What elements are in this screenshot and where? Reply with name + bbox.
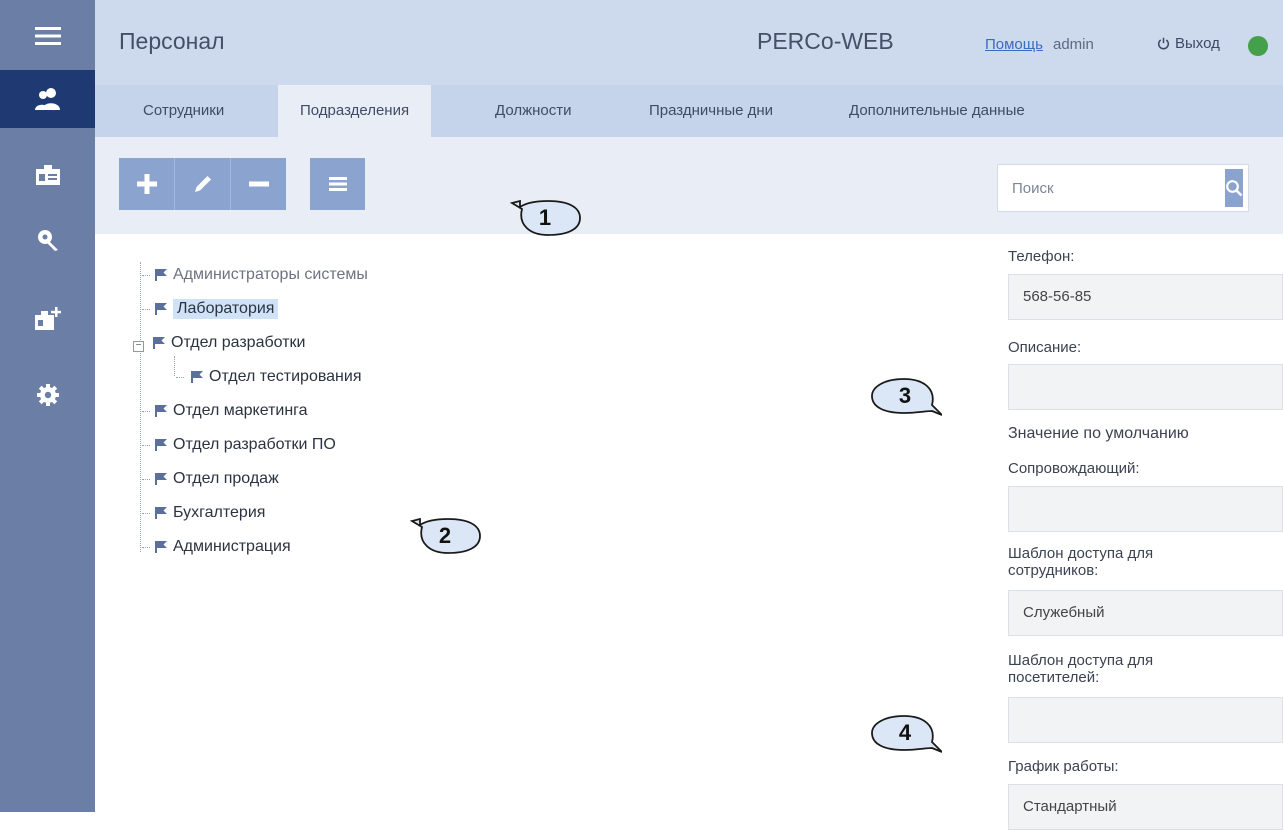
gear-icon xyxy=(36,384,59,406)
visitor-template-field[interactable] xyxy=(1008,697,1283,743)
flag-icon xyxy=(155,269,167,281)
flag-icon xyxy=(191,371,203,383)
more-options-button[interactable] xyxy=(310,158,365,210)
staff-template-field[interactable]: Служебный xyxy=(1008,590,1283,636)
current-user: admin xyxy=(1053,36,1094,53)
flag-icon xyxy=(155,507,167,519)
side-rail xyxy=(0,0,95,812)
search-box xyxy=(997,164,1249,212)
toolbar xyxy=(95,137,1283,234)
description-label: Описание: xyxy=(1008,339,1082,356)
department-tree: − Администраторы системы Лаборатория Отд… xyxy=(133,258,660,578)
tree-item[interactable]: Администрация xyxy=(142,532,291,562)
tree-item[interactable]: Администраторы системы xyxy=(142,260,368,290)
tab-departments[interactable]: Подразделения xyxy=(278,85,432,137)
menu-button[interactable] xyxy=(0,10,95,62)
menu-icon xyxy=(34,27,61,45)
flag-icon xyxy=(155,473,167,485)
id-card-icon xyxy=(35,165,60,185)
page-title: Персонал xyxy=(119,28,225,54)
more-button-group xyxy=(310,158,365,210)
tab-employees[interactable]: Сотрудники xyxy=(121,85,246,137)
tree-item[interactable]: Отдел продаж xyxy=(142,464,279,494)
description-field[interactable] xyxy=(1008,364,1283,410)
tree-guide-line xyxy=(140,262,141,552)
flag-icon xyxy=(155,405,167,417)
default-value-text: Значение по умолчанию xyxy=(1008,425,1189,442)
collapse-toggle[interactable]: − xyxy=(133,341,144,352)
phone-label: Телефон: xyxy=(1008,248,1075,265)
rail-item-cards[interactable] xyxy=(0,146,95,204)
tab-positions[interactable]: Должности xyxy=(473,85,594,137)
callout-3: 3 xyxy=(866,375,942,417)
visitor-template-label: Шаблон доступа для посетителей: xyxy=(1008,652,1154,686)
rail-item-staff[interactable] xyxy=(0,70,95,128)
phone-field[interactable]: 568-56-85 xyxy=(1008,274,1283,320)
flag-icon xyxy=(155,303,167,315)
callout-2: 2 xyxy=(410,515,486,557)
rail-item-settings[interactable] xyxy=(0,366,95,424)
add-button[interactable] xyxy=(119,158,174,210)
escort-label: Сопровождающий: xyxy=(1008,460,1140,477)
remove-icon xyxy=(248,181,269,187)
tree-item[interactable]: Отдел маркетинга xyxy=(142,396,308,426)
logout-button[interactable]: Выход xyxy=(1157,35,1220,52)
edit-button[interactable] xyxy=(174,158,230,210)
schedule-field[interactable]: Стандартный xyxy=(1008,784,1283,830)
add-icon xyxy=(136,174,157,194)
rail-item-add-card[interactable] xyxy=(0,290,95,348)
callout-1: 1 xyxy=(510,197,586,239)
tree-item[interactable]: Бухгалтерия xyxy=(142,498,265,528)
tree-item[interactable]: Отдел разработки ПО xyxy=(142,430,336,460)
edit-icon xyxy=(194,176,211,192)
search-input[interactable] xyxy=(998,165,1225,211)
tab-additional-data[interactable]: Дополнительные данные xyxy=(827,85,1047,137)
schedule-label: График работы: xyxy=(1008,758,1119,775)
search-button[interactable] xyxy=(1225,169,1243,207)
remove-button[interactable] xyxy=(230,158,286,210)
top-header: Персонал PERCo-WEB Помощь admin Выход xyxy=(95,0,1283,85)
tree-item[interactable]: Отдел тестирования xyxy=(176,362,362,392)
logout-label: Выход xyxy=(1175,35,1220,52)
department-details-panel: Телефон: 568-56-85 Описание: Значение по… xyxy=(1008,234,1283,830)
key-icon xyxy=(37,230,58,251)
flag-icon xyxy=(153,337,165,349)
menu-icon xyxy=(328,177,347,191)
staff-template-label: Шаблон доступа для сотрудников: xyxy=(1008,545,1154,579)
status-indicator xyxy=(1248,36,1268,56)
tree-guide-line xyxy=(174,356,175,376)
add-card-icon xyxy=(34,307,61,330)
edit-button-group xyxy=(119,158,286,210)
tree-item-selected[interactable]: Лаборатория xyxy=(142,294,279,324)
escort-field[interactable] xyxy=(1008,486,1283,532)
brand-name: PERCo-WEB xyxy=(757,28,894,54)
rail-item-access[interactable] xyxy=(0,211,95,269)
flag-icon xyxy=(155,541,167,553)
tab-holidays[interactable]: Праздничные дни xyxy=(627,85,795,137)
help-link[interactable]: Помощь xyxy=(985,36,1043,53)
flag-icon xyxy=(155,439,167,451)
power-icon xyxy=(1157,37,1170,50)
tab-bar: Сотрудники Подразделения Должности Празд… xyxy=(95,85,1283,137)
callout-4: 4 xyxy=(866,712,942,754)
staff-icon xyxy=(34,88,60,110)
tree-item[interactable]: Отдел разработки xyxy=(152,328,305,358)
search-icon xyxy=(1226,180,1243,197)
